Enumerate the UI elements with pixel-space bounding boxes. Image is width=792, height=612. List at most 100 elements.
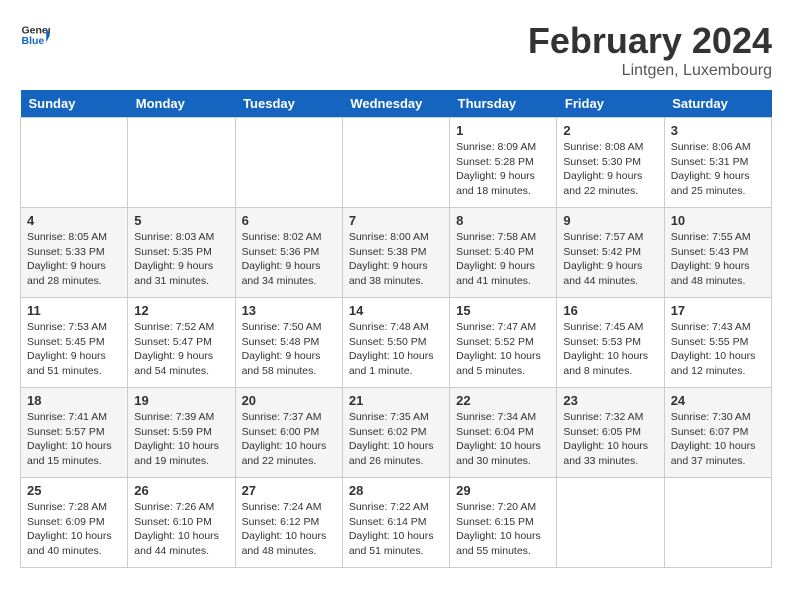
header-thursday: Thursday <box>450 90 557 118</box>
day-info: Sunrise: 7:57 AM Sunset: 5:42 PM Dayligh… <box>563 230 657 289</box>
day-info: Sunrise: 8:08 AM Sunset: 5:30 PM Dayligh… <box>563 140 657 199</box>
table-row: 9 Sunrise: 7:57 AM Sunset: 5:42 PM Daylig… <box>557 208 664 298</box>
table-row: 27Sunrise: 7:24 AM Sunset: 6:12 PM Dayli… <box>235 478 342 568</box>
table-row <box>235 118 342 208</box>
day-info: Sunrise: 7:37 AM Sunset: 6:00 PM Dayligh… <box>242 410 336 469</box>
day-number: 12 <box>134 303 228 318</box>
day-number: 28 <box>349 483 443 498</box>
day-number: 17 <box>671 303 765 318</box>
table-row <box>557 478 664 568</box>
day-info: Sunrise: 7:55 AM Sunset: 5:43 PM Dayligh… <box>671 230 765 289</box>
day-number: 26 <box>134 483 228 498</box>
day-info: Sunrise: 7:20 AM Sunset: 6:15 PM Dayligh… <box>456 500 550 559</box>
day-number: 24 <box>671 393 765 408</box>
table-row: 12 Sunrise: 7:52 AM Sunset: 5:47 PM Dayli… <box>128 298 235 388</box>
day-number: 14 <box>349 303 443 318</box>
day-info: Sunrise: 7:39 AM Sunset: 5:59 PM Dayligh… <box>134 410 228 469</box>
day-info: Sunrise: 7:45 AM Sunset: 5:53 PM Dayligh… <box>563 320 657 379</box>
day-number: 22 <box>456 393 550 408</box>
table-row <box>21 118 128 208</box>
day-number: 23 <box>563 393 657 408</box>
calendar-week-row: 1Sunrise: 8:09 AM Sunset: 5:28 PM Daylig… <box>21 118 772 208</box>
day-number: 21 <box>349 393 443 408</box>
day-info: Sunrise: 7:48 AM Sunset: 5:50 PM Dayligh… <box>349 320 443 379</box>
logo: General Blue <box>20 20 50 50</box>
day-info: Sunrise: 8:03 AM Sunset: 5:35 PM Dayligh… <box>134 230 228 289</box>
table-row <box>128 118 235 208</box>
table-row: 23Sunrise: 7:32 AM Sunset: 6:05 PM Dayli… <box>557 388 664 478</box>
table-row: 29Sunrise: 7:20 AM Sunset: 6:15 PM Dayli… <box>450 478 557 568</box>
day-number: 15 <box>456 303 550 318</box>
table-row: 26 Sunrise: 7:26 AM Sunset: 6:10 PM Dayli… <box>128 478 235 568</box>
day-info: Sunrise: 7:30 AM Sunset: 6:07 PM Dayligh… <box>671 410 765 469</box>
table-row: 10 Sunrise: 7:55 AM Sunset: 5:43 PM Dayli… <box>664 208 771 298</box>
month-year-title: February 2024 <box>528 20 772 62</box>
calendar-header-row: Sunday Monday Tuesday Wednesday Thursday… <box>21 90 772 118</box>
header-wednesday: Wednesday <box>342 90 449 118</box>
table-row: 22 Sunrise: 7:34 AM Sunset: 6:04 PM Dayli… <box>450 388 557 478</box>
table-row: 13Sunrise: 7:50 AM Sunset: 5:48 PM Dayli… <box>235 298 342 388</box>
table-row <box>342 118 449 208</box>
day-info: Sunrise: 7:26 AM Sunset: 6:10 PM Dayligh… <box>134 500 228 559</box>
calendar-week-row: 25Sunrise: 7:28 AM Sunset: 6:09 PM Dayli… <box>21 478 772 568</box>
day-info: Sunrise: 7:58 AM Sunset: 5:40 PM Dayligh… <box>456 230 550 289</box>
svg-text:Blue: Blue <box>22 35 45 47</box>
table-row: 11Sunrise: 7:53 AM Sunset: 5:45 PM Dayli… <box>21 298 128 388</box>
table-row: 17 Sunrise: 7:43 AM Sunset: 5:55 PM Dayli… <box>664 298 771 388</box>
day-number: 27 <box>242 483 336 498</box>
day-number: 10 <box>671 213 765 228</box>
header-sunday: Sunday <box>21 90 128 118</box>
table-row: 6 Sunrise: 8:02 AM Sunset: 5:36 PM Daylig… <box>235 208 342 298</box>
day-number: 13 <box>242 303 336 318</box>
title-area: February 2024 Lintgen, Luxembourg <box>528 20 772 80</box>
header-saturday: Saturday <box>664 90 771 118</box>
day-info: Sunrise: 7:52 AM Sunset: 5:47 PM Dayligh… <box>134 320 228 379</box>
location-subtitle: Lintgen, Luxembourg <box>528 62 772 80</box>
day-info: Sunrise: 7:22 AM Sunset: 6:14 PM Dayligh… <box>349 500 443 559</box>
day-info: Sunrise: 7:35 AM Sunset: 6:02 PM Dayligh… <box>349 410 443 469</box>
calendar-table: Sunday Monday Tuesday Wednesday Thursday… <box>20 90 772 568</box>
day-number: 3 <box>671 123 765 138</box>
day-number: 11 <box>27 303 121 318</box>
day-info: Sunrise: 8:02 AM Sunset: 5:36 PM Dayligh… <box>242 230 336 289</box>
header-tuesday: Tuesday <box>235 90 342 118</box>
day-number: 4 <box>27 213 121 228</box>
table-row: 24 Sunrise: 7:30 AM Sunset: 6:07 PM Dayli… <box>664 388 771 478</box>
table-row: 18 Sunrise: 7:41 AM Sunset: 5:57 PM Dayli… <box>21 388 128 478</box>
table-row: 7 Sunrise: 8:00 AM Sunset: 5:38 PM Daylig… <box>342 208 449 298</box>
header-monday: Monday <box>128 90 235 118</box>
day-info: Sunrise: 7:34 AM Sunset: 6:04 PM Dayligh… <box>456 410 550 469</box>
table-row: 15Sunrise: 7:47 AM Sunset: 5:52 PM Dayli… <box>450 298 557 388</box>
calendar-week-row: 4 Sunrise: 8:05 AM Sunset: 5:33 PM Daylig… <box>21 208 772 298</box>
table-row: 16 Sunrise: 7:45 AM Sunset: 5:53 PM Dayli… <box>557 298 664 388</box>
table-row: 4 Sunrise: 8:05 AM Sunset: 5:33 PM Daylig… <box>21 208 128 298</box>
day-number: 1 <box>456 123 550 138</box>
table-row: 28 Sunrise: 7:22 AM Sunset: 6:14 PM Dayli… <box>342 478 449 568</box>
day-number: 16 <box>563 303 657 318</box>
day-number: 6 <box>242 213 336 228</box>
table-row <box>664 478 771 568</box>
day-number: 20 <box>242 393 336 408</box>
logo-icon: General Blue <box>20 20 50 50</box>
table-row: 14 Sunrise: 7:48 AM Sunset: 5:50 PM Dayli… <box>342 298 449 388</box>
day-number: 18 <box>27 393 121 408</box>
day-info: Sunrise: 7:43 AM Sunset: 5:55 PM Dayligh… <box>671 320 765 379</box>
day-number: 7 <box>349 213 443 228</box>
day-info: Sunrise: 7:41 AM Sunset: 5:57 PM Dayligh… <box>27 410 121 469</box>
day-number: 9 <box>563 213 657 228</box>
day-number: 5 <box>134 213 228 228</box>
day-number: 19 <box>134 393 228 408</box>
table-row: 1Sunrise: 8:09 AM Sunset: 5:28 PM Daylig… <box>450 118 557 208</box>
calendar-week-row: 18 Sunrise: 7:41 AM Sunset: 5:57 PM Dayli… <box>21 388 772 478</box>
header-friday: Friday <box>557 90 664 118</box>
day-number: 2 <box>563 123 657 138</box>
table-row: 5 Sunrise: 8:03 AM Sunset: 5:35 PM Daylig… <box>128 208 235 298</box>
day-info: Sunrise: 8:05 AM Sunset: 5:33 PM Dayligh… <box>27 230 121 289</box>
table-row: 3Sunrise: 8:06 AM Sunset: 5:31 PM Daylig… <box>664 118 771 208</box>
calendar-week-row: 11Sunrise: 7:53 AM Sunset: 5:45 PM Dayli… <box>21 298 772 388</box>
day-number: 8 <box>456 213 550 228</box>
table-row: 25Sunrise: 7:28 AM Sunset: 6:09 PM Dayli… <box>21 478 128 568</box>
day-info: Sunrise: 8:00 AM Sunset: 5:38 PM Dayligh… <box>349 230 443 289</box>
header: General Blue February 2024 Lintgen, Luxe… <box>20 20 772 80</box>
table-row: 20 Sunrise: 7:37 AM Sunset: 6:00 PM Dayli… <box>235 388 342 478</box>
